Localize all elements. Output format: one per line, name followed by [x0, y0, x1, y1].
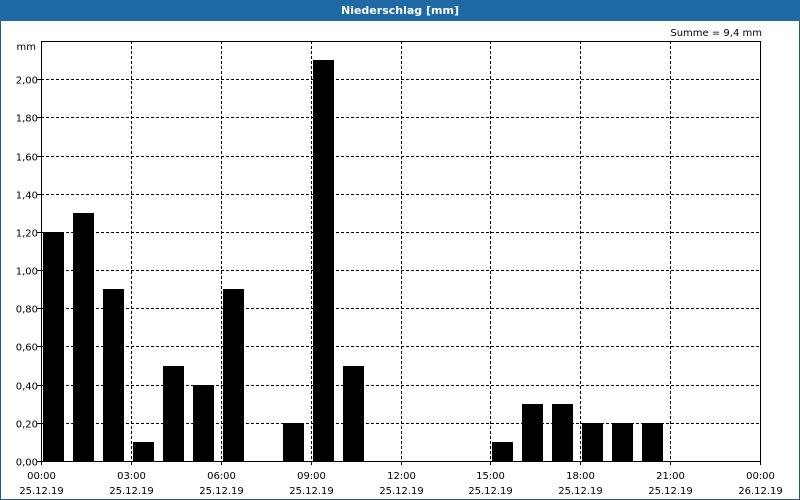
y-tick-label: 1,80	[16, 114, 38, 125]
chart-svg: Summe = 9,4 mm mm 0,00 0,20 0,40 0,60 0,80 1,…	[16, 28, 783, 497]
x-tick-labels: 00:00 25.12.19 03:00 25.12.19 06:00 25.12.19 0…	[19, 471, 783, 497]
x-tick-date-label: 25.12.19	[468, 486, 513, 497]
y-tick-label: 1,20	[16, 229, 38, 240]
y-tick-label: 0,80	[16, 305, 38, 316]
x-tick-date-label: 25.12.19	[289, 486, 334, 497]
y-tick-label: 2,00	[16, 76, 38, 87]
y-tick-label: 0,40	[16, 382, 38, 393]
x-tick-date-label: 25.12.19	[558, 486, 603, 497]
precip-bar	[43, 232, 64, 461]
x-tick-time-label: 03:00	[117, 471, 146, 482]
x-tick-date-label: 25.12.19	[379, 486, 424, 497]
x-tick-date-label: 25.12.19	[109, 486, 154, 497]
y-tick-label: 0,00	[16, 458, 38, 469]
precip-bar	[73, 213, 94, 461]
y-tick-label: 0,20	[16, 420, 38, 431]
x-tick-date-label: 25.12.19	[199, 486, 244, 497]
y-tick-label: 0,60	[16, 343, 38, 354]
precip-bar	[133, 442, 154, 461]
x-tick-time-label: 06:00	[207, 471, 236, 482]
precip-bar	[492, 442, 513, 461]
precip-bar	[343, 366, 364, 461]
x-tick-time-label: 21:00	[656, 471, 685, 482]
precip-bar	[103, 289, 124, 461]
x-tick-date-label: 25.12.19	[19, 486, 64, 497]
summary-label: Summe = 9,4 mm	[670, 28, 762, 39]
precip-bar	[193, 385, 214, 461]
x-tick-time-label: 15:00	[476, 471, 505, 482]
precip-bar	[522, 404, 543, 461]
y-tick-labels: 0,00 0,20 0,40 0,60 0,80 1,00 1,20 1,40 1,60 1,80…	[16, 76, 38, 469]
precip-bar	[642, 423, 663, 461]
precip-bar	[552, 404, 573, 461]
y-tick-label: 1,40	[16, 191, 38, 202]
x-tick-time-label: 18:00	[566, 471, 595, 482]
precip-bar	[223, 289, 244, 461]
precip-bar	[612, 423, 633, 461]
precip-bar	[582, 423, 603, 461]
x-tick-time-label: 09:00	[297, 471, 326, 482]
x-tick-date-label: 26.12.19	[738, 486, 783, 497]
axes-layer	[37, 41, 761, 465]
x-tick-time-label: 12:00	[387, 471, 416, 482]
precip-bar	[283, 423, 304, 461]
precip-bar	[163, 366, 184, 461]
y-tick-label: 1,00	[16, 267, 38, 278]
y-tick-label: 1,60	[16, 153, 38, 164]
bars-layer	[43, 60, 663, 461]
grid-layer	[41, 41, 760, 461]
y-axis-unit-label: mm	[17, 42, 36, 53]
precip-bar	[313, 60, 334, 461]
x-tick-time-label: 00:00	[746, 471, 775, 482]
x-tick-time-label: 00:00	[27, 471, 56, 482]
x-tick-date-label: 25.12.19	[648, 486, 693, 497]
